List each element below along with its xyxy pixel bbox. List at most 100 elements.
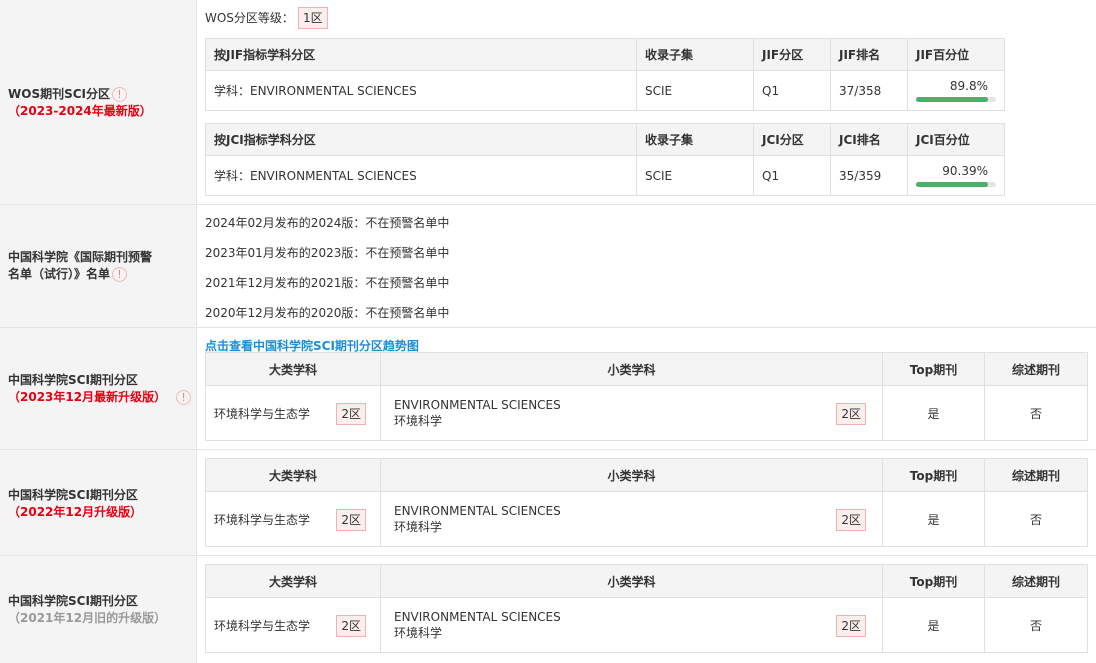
cas-2023-label-title: 中国科学院SCI期刊分区	[8, 373, 138, 387]
cas-small-cell: ENVIRONMENTAL SCIENCES 环境科学 2区	[380, 385, 883, 441]
cas-2023-table: 大类学科 小类学科 Top期刊 综述期刊 环境科学与生态学 2区 ENVIRON…	[205, 352, 1088, 441]
info-circle-icon[interactable]: !	[112, 267, 128, 282]
cas-small-subject-en: ENVIRONMENTAL SCIENCES	[394, 610, 561, 624]
jif-header-subject: 按JIF指标学科分区	[205, 38, 637, 71]
warning-item: 2021年12月发布的2021版：不在预警名单中	[205, 276, 450, 290]
cas-header-top: Top期刊	[882, 352, 985, 386]
wos-label-version: （2023-2024年最新版）	[8, 104, 152, 118]
wos-section: WOS期刊SCI分区! （2023-2024年最新版） WOS分区等级： 1区 按…	[0, 0, 1096, 205]
cas-header-small: 小类学科	[380, 352, 883, 386]
wos-content: WOS分区等级： 1区 按JIF指标学科分区 收录子集 JIF分区 JIF排名 J…	[197, 0, 1096, 204]
cas-header-row: 大类学科 小类学科 Top期刊 综述期刊	[205, 458, 1088, 492]
cas-small-cell: ENVIRONMENTAL SCIENCES 环境科学 2区	[380, 491, 883, 547]
cas-top-value: 是	[882, 385, 985, 441]
cas-big-subject: 环境科学与生态学	[214, 618, 311, 633]
cas-2021-table: 大类学科 小类学科 Top期刊 综述期刊 环境科学与生态学 2区 ENVIRON…	[205, 564, 1088, 653]
wos-level: WOS分区等级： 1区	[205, 7, 328, 29]
cas-small-zone-badge: 2区	[836, 509, 866, 531]
jci-quartile: Q1	[753, 155, 831, 196]
cas-header-small: 小类学科	[380, 564, 883, 598]
jci-header-subset: 收录子集	[636, 123, 754, 156]
jci-subset: SCIE	[636, 155, 754, 196]
cas-header-small: 小类学科	[380, 458, 883, 492]
cas-review-value: 否	[984, 597, 1088, 653]
jif-row: 学科：ENVIRONMENTAL SCIENCES SCIE Q1 37/358…	[205, 70, 1005, 111]
cas-2022-label-title: 中国科学院SCI期刊分区	[8, 488, 138, 502]
cas-top-value: 是	[882, 597, 985, 653]
cas-header-big: 大类学科	[205, 352, 381, 386]
cas-2022-label: 中国科学院SCI期刊分区 （2022年12月升级版）	[0, 450, 197, 555]
info-circle-icon[interactable]: !	[176, 390, 192, 405]
cas-header-review: 综述期刊	[984, 352, 1088, 386]
cas-2023-label: 中国科学院SCI期刊分区 （2023年12月最新升级版）!	[0, 328, 197, 449]
cas-small-subject-cn: 环境科学	[394, 520, 443, 534]
cas-header-review: 综述期刊	[984, 564, 1088, 598]
wos-label-title: WOS期刊SCI分区	[8, 87, 110, 101]
cas-small-cell: ENVIRONMENTAL SCIENCES 环境科学 2区	[380, 597, 883, 653]
jci-header-rank: JCI排名	[830, 123, 908, 156]
info-circle-icon[interactable]: !	[112, 87, 127, 102]
cas-small-subject-en: ENVIRONMENTAL SCIENCES	[394, 398, 561, 412]
jif-header-percentile: JIF百分位	[907, 38, 1005, 71]
cas-small-subject-en: ENVIRONMENTAL SCIENCES	[394, 504, 561, 518]
warning-label-line1: 中国科学院《国际期刊预警	[8, 250, 153, 264]
cas-2022-label-version: （2022年12月升级版）	[8, 505, 143, 519]
cas-2023-label-version: （2023年12月最新升级版）	[8, 390, 167, 404]
table-row: 环境科学与生态学 2区 ENVIRONMENTAL SCIENCES 环境科学 …	[205, 385, 1088, 441]
cas-2023-content: 点击查看中国科学院SCI期刊分区趋势图 大类学科 小类学科 Top期刊 综述期刊…	[197, 328, 1096, 449]
jif-header-row: 按JIF指标学科分区 收录子集 JIF分区 JIF排名 JIF百分位	[205, 38, 1005, 71]
cas-2021-section: 中国科学院SCI期刊分区 （2021年12月旧的升级版） 大类学科 小类学科 T…	[0, 556, 1096, 663]
warning-content: 2024年02月发布的2024版：不在预警名单中 2023年01月发布的2023…	[197, 205, 1096, 327]
cas-small-subject-cn: 环境科学	[394, 626, 443, 640]
warning-section: 中国科学院《国际期刊预警 名单（试行）》名单! 2024年02月发布的2024版…	[0, 205, 1096, 328]
cas-big-subject: 环境科学与生态学	[214, 406, 311, 421]
jci-header-row: 按JCI指标学科分区 收录子集 JCI分区 JCI排名 JCI百分位	[205, 123, 1005, 156]
warning-label-line2: 名单（试行）》名单	[8, 267, 111, 281]
jif-table: 按JIF指标学科分区 收录子集 JIF分区 JIF排名 JIF百分位 学科：EN…	[205, 38, 1005, 111]
jci-table: 按JCI指标学科分区 收录子集 JCI分区 JCI排名 JCI百分位 学科：EN…	[205, 123, 1005, 196]
jci-rank: 35/359	[830, 155, 908, 196]
jif-percentile-bar	[916, 96, 996, 102]
cas-big-cell: 环境科学与生态学 2区	[205, 385, 381, 441]
jif-header-rank: JIF排名	[830, 38, 908, 71]
cas-header-big: 大类学科	[205, 458, 381, 492]
jci-header-percentile: JCI百分位	[907, 123, 1005, 156]
cas-top-value: 是	[882, 491, 985, 547]
cas-small-zone-badge: 2区	[836, 403, 866, 425]
jif-subset: SCIE	[636, 70, 754, 111]
wos-level-label: WOS分区等级：	[205, 11, 294, 25]
jif-percentile-cell: 89.8%	[907, 70, 1005, 111]
cas-header-row: 大类学科 小类学科 Top期刊 综述期刊	[205, 352, 1088, 386]
table-row: 环境科学与生态学 2区 ENVIRONMENTAL SCIENCES 环境科学 …	[205, 491, 1088, 547]
jif-percentile-fill	[916, 96, 988, 102]
cas-header-top: Top期刊	[882, 458, 985, 492]
warning-item: 2023年01月发布的2023版：不在预警名单中	[205, 246, 450, 260]
jci-percentile: 90.39%	[942, 163, 988, 178]
jif-percentile: 89.8%	[949, 78, 988, 93]
cas-2021-content: 大类学科 小类学科 Top期刊 综述期刊 环境科学与生态学 2区 ENVIRON…	[197, 556, 1096, 663]
jci-header-quartile: JCI分区	[753, 123, 831, 156]
cas-header-review: 综述期刊	[984, 458, 1088, 492]
cas-header-row: 大类学科 小类学科 Top期刊 综述期刊	[205, 564, 1088, 598]
cas-review-value: 否	[984, 491, 1088, 547]
cas-big-cell: 环境科学与生态学 2区	[205, 491, 381, 547]
cas-big-cell: 环境科学与生态学 2区	[205, 597, 381, 653]
jif-quartile: Q1	[753, 70, 831, 111]
cas-small-subject-cn: 环境科学	[394, 414, 443, 428]
cas-2022-section: 中国科学院SCI期刊分区 （2022年12月升级版） 大类学科 小类学科 Top…	[0, 450, 1096, 556]
warning-label: 中国科学院《国际期刊预警 名单（试行）》名单!	[0, 205, 197, 327]
jci-header-subject: 按JCI指标学科分区	[205, 123, 637, 156]
cas-big-zone-badge: 2区	[336, 403, 366, 425]
jif-subject: 学科：ENVIRONMENTAL SCIENCES	[205, 70, 637, 111]
jci-percentile-bar	[916, 181, 996, 187]
wos-level-badge: 1区	[297, 7, 328, 29]
cas-review-value: 否	[984, 385, 1088, 441]
cas-2022-content: 大类学科 小类学科 Top期刊 综述期刊 环境科学与生态学 2区 ENVIRON…	[197, 450, 1096, 555]
cas-small-zone-badge: 2区	[836, 615, 866, 637]
cas-2021-label-title: 中国科学院SCI期刊分区	[8, 594, 138, 608]
cas-header-big: 大类学科	[205, 564, 381, 598]
jif-header-quartile: JIF分区	[753, 38, 831, 71]
cas-big-zone-badge: 2区	[336, 509, 366, 531]
wos-label: WOS期刊SCI分区! （2023-2024年最新版）	[0, 0, 197, 204]
cas-2022-table: 大类学科 小类学科 Top期刊 综述期刊 环境科学与生态学 2区 ENVIRON…	[205, 458, 1088, 547]
